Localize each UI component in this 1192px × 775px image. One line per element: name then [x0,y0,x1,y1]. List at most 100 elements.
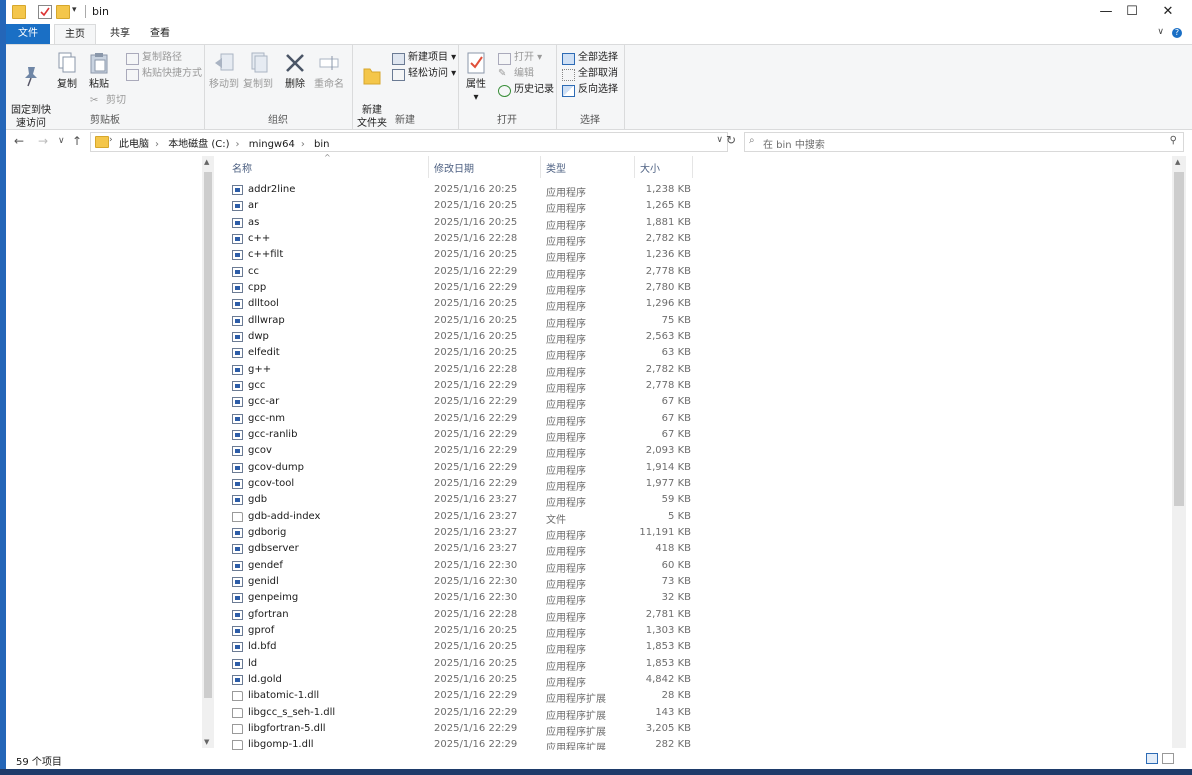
table-row[interactable]: c++filt 2025/1/16 20:25 应用程序 1,236 KB [226,247,696,264]
edit-button[interactable]: ✎ 编辑 [498,67,534,81]
table-row[interactable]: gcc-nm 2025/1/16 22:29 应用程序 67 KB [226,411,696,428]
table-row[interactable]: libgfortran-5.dll 2025/1/16 22:29 应用程序扩展 3,… [226,721,696,738]
scroll-up-icon[interactable]: ▲ [1175,158,1180,166]
paste-shortcut-button[interactable]: 粘贴快捷方式 [126,67,202,81]
quick-access-dropdown-icon[interactable]: ▾ [72,5,84,17]
forward-arrow-icon[interactable]: → [38,134,48,148]
column-divider[interactable] [692,156,693,178]
help-icon[interactable]: ? [1172,28,1182,38]
table-row[interactable]: gcov 2025/1/16 22:29 应用程序 2,093 KB [226,443,696,460]
navigation-pane-scroll-thumb[interactable] [204,172,212,698]
back-arrow-icon[interactable]: ← [14,134,24,148]
recent-locations-chevron-icon[interactable]: ∨ [58,136,65,146]
address-bar[interactable]: › 此电脑 › 本地磁盘 (C:) › mingw64 › bin ∨ [90,132,728,152]
table-row[interactable]: elfedit 2025/1/16 20:25 应用程序 63 KB [226,345,696,362]
chevron-right-icon[interactable]: › [301,139,305,150]
refresh-icon[interactable]: ↻ [726,133,736,147]
table-row[interactable]: dwp 2025/1/16 20:25 应用程序 2,563 KB [226,329,696,346]
table-row[interactable]: gdb-add-index 2025/1/16 23:27 文件 5 KB [226,509,696,526]
column-header-type[interactable]: 类型 [546,160,566,175]
table-row[interactable]: genidl 2025/1/16 22:30 应用程序 73 KB [226,574,696,591]
table-row[interactable]: dlltool 2025/1/16 20:25 应用程序 1,296 KB [226,296,696,313]
scroll-down-icon[interactable]: ▼ [204,738,209,746]
tab-home[interactable]: 主页 [54,24,96,44]
copy-path-button[interactable]: 复制路径 [126,51,182,65]
table-row[interactable]: g++ 2025/1/16 22:28 应用程序 2,782 KB [226,362,696,379]
file-list-scroll-thumb[interactable] [1174,172,1184,506]
table-row[interactable]: genpeimg 2025/1/16 22:30 应用程序 32 KB [226,590,696,607]
search-input[interactable]: ⌕ 在 bin 中搜索 ⚲ [744,132,1184,152]
table-row[interactable]: gcc-ar 2025/1/16 22:29 应用程序 67 KB [226,394,696,411]
open-button[interactable]: 打开 ▾ [498,51,542,65]
copy-to-button[interactable]: 复制到 [242,49,274,91]
large-icons-view-icon[interactable] [1162,753,1174,764]
table-row[interactable]: libatomic-1.dll 2025/1/16 22:29 应用程序扩展 28 K… [226,688,696,705]
breadcrumb-this-pc[interactable]: 此电脑 [119,139,149,150]
table-row[interactable]: ld.bfd 2025/1/16 20:25 应用程序 1,853 KB [226,639,696,656]
cut-button[interactable]: ✂ 剪切 [90,94,126,108]
table-row[interactable]: gdborig 2025/1/16 23:27 应用程序 11,191 KB [226,525,696,542]
breadcrumb-mingw64[interactable]: mingw64 [249,139,295,150]
table-row[interactable]: gcc 2025/1/16 22:29 应用程序 2,778 KB [226,378,696,395]
chevron-right-icon[interactable]: › [236,139,240,150]
properties-quick-icon[interactable] [38,5,52,19]
table-row[interactable]: gprof 2025/1/16 20:25 应用程序 1,303 KB [226,623,696,640]
new-folder-quick-icon[interactable] [56,5,70,19]
chevron-right-icon[interactable]: › [155,139,159,150]
column-header-date[interactable]: 修改日期 [434,160,474,175]
address-dropdown-icon[interactable]: ∨ [716,135,723,145]
file-type: 应用程序 [546,416,586,428]
paste-button[interactable]: 粘贴 [86,49,112,91]
properties-button[interactable]: 属性 ▾ [462,49,490,104]
table-row[interactable]: gendef 2025/1/16 22:30 应用程序 60 KB [226,558,696,575]
table-row[interactable]: gcc-ranlib 2025/1/16 22:29 应用程序 67 KB [226,427,696,444]
table-row[interactable]: gdb 2025/1/16 23:27 应用程序 59 KB [226,492,696,509]
scroll-up-icon[interactable]: ▲ [204,158,209,166]
easy-access-button[interactable]: 轻松访问 ▾ [392,67,456,81]
column-divider[interactable] [634,156,635,178]
table-row[interactable]: gcov-tool 2025/1/16 22:29 应用程序 1,977 KB [226,476,696,493]
table-row[interactable]: dllwrap 2025/1/16 20:25 应用程序 75 KB [226,313,696,330]
column-header-size[interactable]: 大小 [640,160,660,175]
file-date: 2025/1/16 22:29 [434,396,518,408]
select-none-button[interactable]: 全部取消 [562,67,618,81]
table-row[interactable]: cpp 2025/1/16 22:29 应用程序 2,780 KB [226,280,696,297]
table-row[interactable]: cc 2025/1/16 22:29 应用程序 2,778 KB [226,264,696,281]
column-divider[interactable] [428,156,429,178]
delete-button[interactable]: 删除 [282,49,308,91]
breadcrumb-bin[interactable]: bin [314,139,329,150]
invert-selection-button[interactable]: 反向选择 [562,83,618,97]
maximize-button[interactable]: ☐ [1114,0,1150,24]
select-all-button[interactable]: 全部选择 [562,51,618,65]
search-button-icon[interactable]: ⚲ [1170,135,1177,146]
table-row[interactable]: addr2line 2025/1/16 20:25 应用程序 1,238 KB [226,182,696,199]
rename-button[interactable]: 重命名 [312,49,346,91]
table-row[interactable]: ld 2025/1/16 20:25 应用程序 1,853 KB [226,656,696,673]
table-row[interactable]: gfortran 2025/1/16 22:28 应用程序 2,781 KB [226,607,696,624]
copy-button[interactable]: 复制 [54,49,80,91]
column-divider[interactable] [540,156,541,178]
column-header-name[interactable]: 名称 [232,160,252,175]
move-to-button[interactable]: 移动到 [208,49,240,91]
file-name: gendef [248,559,283,571]
tab-view[interactable]: 查看 [140,24,180,44]
details-view-icon[interactable] [1146,753,1158,764]
file-name: ld.bfd [248,641,277,653]
history-button[interactable]: 历史记录 [498,83,554,97]
close-button[interactable]: ✕ [1150,0,1186,24]
table-row[interactable]: gcov-dump 2025/1/16 22:29 应用程序 1,914 KB [226,460,696,477]
up-arrow-icon[interactable]: ↑ [72,134,82,148]
navigation-pane[interactable] [6,156,202,748]
chevron-down-icon[interactable]: ∨ [1157,27,1164,37]
breadcrumb-local-disk[interactable]: 本地磁盘 (C:) [168,139,229,150]
table-row[interactable]: as 2025/1/16 20:25 应用程序 1,881 KB [226,215,696,232]
table-row[interactable]: c++ 2025/1/16 22:28 应用程序 2,782 KB [226,231,696,248]
chevron-right-icon[interactable]: › [109,135,113,145]
new-item-button[interactable]: 新建项目 ▾ [392,51,456,65]
table-row[interactable]: libgcc_s_seh-1.dll 2025/1/16 22:29 应用程序扩展 1… [226,705,696,722]
tab-file[interactable]: 文件 [6,24,50,44]
table-row[interactable]: ar 2025/1/16 20:25 应用程序 1,265 KB [226,198,696,215]
table-row[interactable]: gdbserver 2025/1/16 23:27 应用程序 418 KB [226,541,696,558]
table-row[interactable]: ld.gold 2025/1/16 20:25 应用程序 4,842 KB [226,672,696,689]
tab-share[interactable]: 共享 [100,24,140,44]
